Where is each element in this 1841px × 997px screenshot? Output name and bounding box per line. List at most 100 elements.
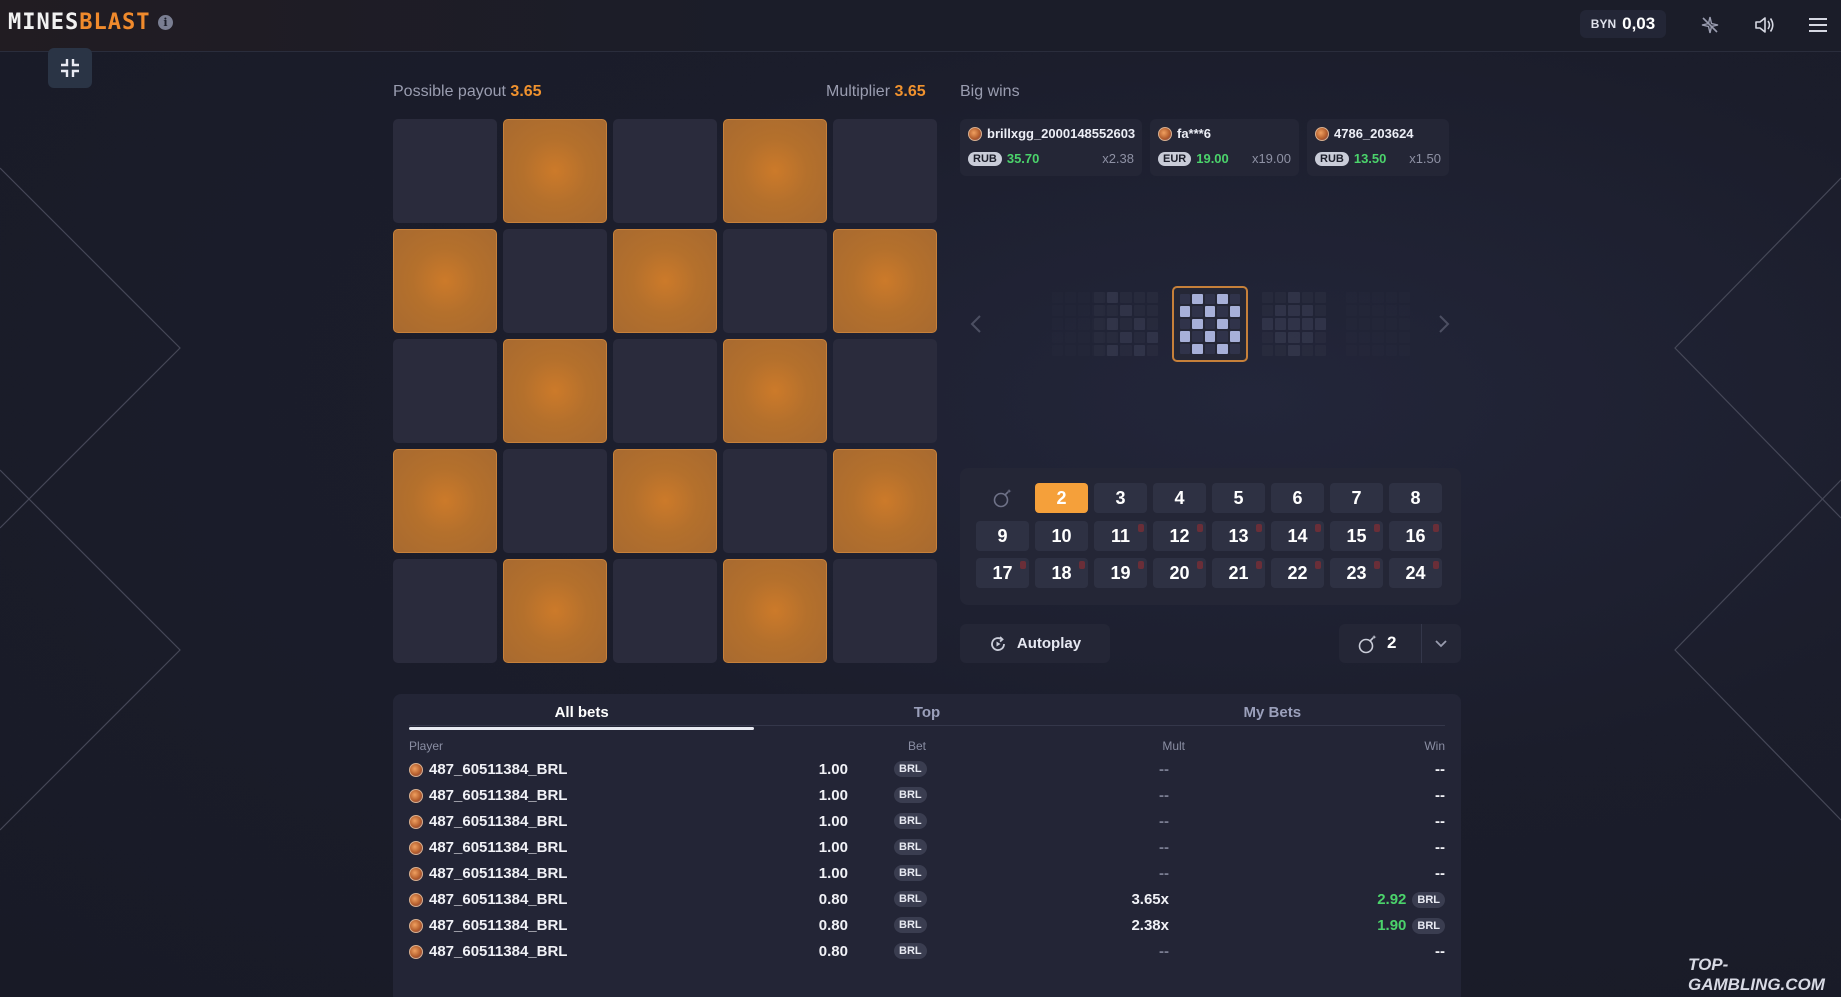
sound-icon[interactable] xyxy=(1752,13,1776,37)
tile-closed[interactable] xyxy=(833,119,937,223)
column-bet: Bet xyxy=(907,739,926,753)
pattern-cell xyxy=(1262,318,1274,330)
pattern-cell xyxy=(1301,305,1313,317)
mines-option-12[interactable]: 12 xyxy=(1153,521,1206,551)
mines-option-8[interactable]: 8 xyxy=(1389,483,1442,513)
tile-opened[interactable] xyxy=(393,229,497,333)
tile-closed[interactable] xyxy=(723,229,827,333)
watermark: TOP-GAMBLING.COM xyxy=(1688,955,1825,994)
mines-option-4[interactable]: 4 xyxy=(1153,483,1206,513)
pattern-thumbnail[interactable] xyxy=(1256,286,1332,362)
tab-all-bets[interactable]: All bets xyxy=(409,704,754,725)
mult-value: -- xyxy=(1159,813,1169,830)
mines-option-9[interactable]: 9 xyxy=(976,521,1029,551)
tile-closed[interactable] xyxy=(503,449,607,553)
mines-count-dropdown[interactable]: 2 xyxy=(1339,624,1461,663)
tile-opened[interactable] xyxy=(723,339,827,443)
tile-closed[interactable] xyxy=(613,119,717,223)
tile-opened[interactable] xyxy=(833,229,937,333)
mines-option-15[interactable]: 15 xyxy=(1330,521,1383,551)
mines-option-label: 18 xyxy=(1051,562,1072,583)
mines-option-20[interactable]: 20 xyxy=(1153,558,1206,588)
big-win-card[interactable]: 4786_203624 RUB 13.50 x1.50 xyxy=(1307,119,1449,176)
animation-toggle-icon[interactable] xyxy=(1698,13,1722,37)
tile-closed[interactable] xyxy=(393,559,497,663)
tab-top[interactable]: Top xyxy=(754,704,1099,725)
tile-closed[interactable] xyxy=(723,449,827,553)
tile-opened[interactable] xyxy=(393,449,497,553)
pattern-cell xyxy=(1301,331,1313,343)
mines-option-6[interactable]: 6 xyxy=(1271,483,1324,513)
win-cell: -- xyxy=(1435,787,1445,804)
mines-option-11[interactable]: 11 xyxy=(1094,521,1147,551)
menu-icon[interactable] xyxy=(1806,13,1830,37)
mines-option-2[interactable]: 2 xyxy=(1035,483,1088,513)
mines-option-16[interactable]: 16 xyxy=(1389,521,1442,551)
big-win-card[interactable]: fa***6 EUR 19.00 x19.00 xyxy=(1150,119,1299,176)
tile-closed[interactable] xyxy=(503,229,607,333)
pattern-cell xyxy=(1146,318,1158,330)
mark-icon xyxy=(1315,561,1321,569)
tile-opened[interactable] xyxy=(723,559,827,663)
pattern-cell xyxy=(1052,292,1064,304)
collapse-screen-button[interactable] xyxy=(48,48,92,88)
mines-option-7[interactable]: 7 xyxy=(1330,483,1383,513)
mines-option-24[interactable]: 24 xyxy=(1389,558,1442,588)
mult-value: -- xyxy=(1159,787,1169,804)
win-cell: -- xyxy=(1435,761,1445,778)
tile-closed[interactable] xyxy=(613,339,717,443)
pattern-cell xyxy=(1107,331,1119,343)
mines-option-14[interactable]: 14 xyxy=(1271,521,1324,551)
bomb-icon xyxy=(976,483,1029,513)
tile-closed[interactable] xyxy=(613,559,717,663)
mines-option-23[interactable]: 23 xyxy=(1330,558,1383,588)
pattern-cell xyxy=(1120,305,1132,317)
mines-option-13[interactable]: 13 xyxy=(1212,521,1265,551)
carousel-next-button[interactable] xyxy=(1434,310,1454,338)
pattern-cell xyxy=(1120,344,1132,356)
big-win-multiplier: x19.00 xyxy=(1251,151,1291,166)
mines-option-17[interactable]: 17 xyxy=(976,558,1029,588)
pattern-cell xyxy=(1314,344,1326,356)
tile-opened[interactable] xyxy=(503,559,607,663)
pattern-cell xyxy=(1052,331,1064,343)
pattern-cell xyxy=(1204,318,1216,330)
pattern-cell xyxy=(1229,306,1240,317)
pattern-thumbnail[interactable] xyxy=(1340,286,1416,362)
tile-opened[interactable] xyxy=(503,119,607,223)
mines-option-19[interactable]: 19 xyxy=(1094,558,1147,588)
carousel-prev-button[interactable] xyxy=(966,310,986,338)
bet-currency: BRL xyxy=(894,839,927,855)
tab-my-bets[interactable]: My Bets xyxy=(1100,704,1445,725)
tile-opened[interactable] xyxy=(503,339,607,443)
tile-closed[interactable] xyxy=(833,339,937,443)
bet-amount: 1.00 xyxy=(818,865,848,882)
chevron-left-icon xyxy=(970,315,981,333)
info-icon[interactable]: i xyxy=(158,15,174,30)
pattern-cell xyxy=(1275,305,1287,317)
tile-opened[interactable] xyxy=(723,119,827,223)
tile-opened[interactable] xyxy=(833,449,937,553)
bet-amount: 1.00 xyxy=(818,761,848,778)
pattern-cell xyxy=(1094,318,1106,330)
tile-closed[interactable] xyxy=(393,339,497,443)
pattern-cell xyxy=(1217,343,1228,354)
pattern-thumbnail[interactable] xyxy=(1088,286,1164,362)
tile-opened[interactable] xyxy=(613,229,717,333)
tile-closed[interactable] xyxy=(833,559,937,663)
mark-icon xyxy=(1374,524,1380,532)
mines-option-3[interactable]: 3 xyxy=(1094,483,1147,513)
mines-option-5[interactable]: 5 xyxy=(1212,483,1265,513)
mines-option-22[interactable]: 22 xyxy=(1271,558,1324,588)
tile-closed[interactable] xyxy=(393,119,497,223)
pattern-cell xyxy=(1133,305,1145,317)
autoplay-button[interactable]: Autoplay xyxy=(960,624,1110,663)
tile-opened[interactable] xyxy=(613,449,717,553)
mines-option-label: 6 xyxy=(1292,487,1303,508)
big-win-card[interactable]: brillxgg_2000148552603 RUB 35.70 x2.38 xyxy=(960,119,1142,176)
mines-option-10[interactable]: 10 xyxy=(1035,521,1088,551)
big-win-user: 4786_203624 xyxy=(1334,126,1414,141)
mines-option-18[interactable]: 18 xyxy=(1035,558,1088,588)
pattern-thumbnail-selected[interactable] xyxy=(1172,286,1248,362)
mines-option-21[interactable]: 21 xyxy=(1212,558,1265,588)
